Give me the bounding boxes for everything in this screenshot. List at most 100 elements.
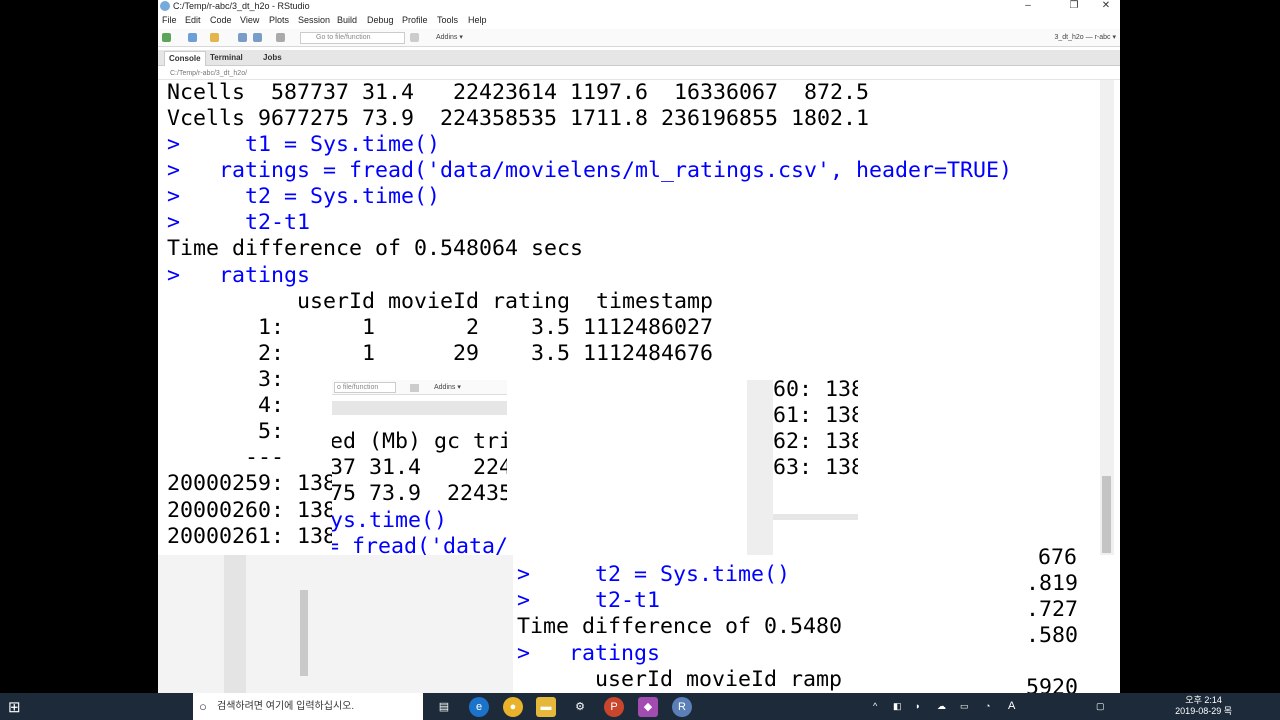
menu-edit[interactable]: Edit xyxy=(185,15,201,25)
console-path: C:/Temp/r-abc/3_dt_h2o/ xyxy=(158,67,1120,80)
overlay-goto-input[interactable]: o file/function xyxy=(334,382,396,393)
title-bar: C:/Temp/r-abc/3_dt_h2o - RStudio – ❐ ✕ xyxy=(158,0,1120,13)
overlay-window: o file/function Addins ▾ ed (Mb) gc tri … xyxy=(332,380,507,555)
table-cell: .580 xyxy=(1026,623,1079,648)
scrollbar-thumb xyxy=(300,590,308,676)
menu-help[interactable]: Help xyxy=(468,15,487,25)
windows-start-icon[interactable]: ⊞ xyxy=(8,698,21,716)
menu-tools[interactable]: Tools xyxy=(437,15,458,25)
table-cell: 676 xyxy=(1038,545,1078,570)
addins-dropdown[interactable]: Addins ▾ xyxy=(436,33,463,41)
table-cell: .727 xyxy=(1026,597,1079,622)
clock-time: 오후 2:14 xyxy=(1185,695,1222,705)
tab-console[interactable]: Console xyxy=(164,51,206,66)
console-line: 75 73.9 22435 xyxy=(332,481,507,506)
console-command: = fread('data/ xyxy=(332,534,507,555)
console-line: Vcells 9677275 73.9 224358535 1711.8 236… xyxy=(167,106,870,131)
new-project-icon[interactable] xyxy=(188,33,197,42)
table-row: 63: 138 xyxy=(773,455,858,480)
console-line: Time difference of 0.548064 secs xyxy=(167,236,584,261)
tray-chevron-icon[interactable]: ^ xyxy=(873,693,877,720)
table-row: 60: 138 xyxy=(773,380,858,402)
tab-jobs[interactable]: Jobs xyxy=(259,51,286,66)
tray-wifi-icon[interactable]: ◔ xyxy=(985,693,990,720)
print-icon[interactable] xyxy=(276,33,285,42)
clock-date: 2019-08-29 목 xyxy=(1175,706,1232,716)
menu-build[interactable]: Build xyxy=(337,15,357,25)
console-command: ys.time() xyxy=(332,508,448,533)
console-command: > t2 = Sys.time() xyxy=(517,562,791,587)
console-command: > t2 = Sys.time() xyxy=(167,184,441,209)
table-header: userId movieId ramp xyxy=(517,667,843,692)
tray-language[interactable]: A xyxy=(1008,693,1015,720)
grid-icon[interactable] xyxy=(410,384,419,392)
windows-taskbar: ⊞ ○ 검색하려면 여기에 입력하십시오. ▤ e ● ▬ ⚙ P ◆ R ^ … xyxy=(0,693,1280,720)
table-row: 2: 1 29 3.5 1112484676 xyxy=(167,341,714,366)
overlay-addins[interactable]: Addins ▾ xyxy=(434,383,461,391)
powerpoint-icon[interactable]: P xyxy=(604,697,624,717)
overlay-rows: 60: 138 61: 138 62: 138 63: 138 xyxy=(773,380,858,520)
edge-icon[interactable]: e xyxy=(469,697,489,717)
tray-monitor-icon[interactable]: ▭ xyxy=(960,693,969,720)
tray-network-icon[interactable]: ◧ xyxy=(893,693,902,720)
table-row: 1: 1 2 3.5 1112486027 xyxy=(167,315,714,340)
main-toolbar: Go to file/function Addins ▾ 3_dt_h2o — … xyxy=(158,29,1120,47)
background-panel xyxy=(158,555,513,693)
notification-icon[interactable]: ▢ xyxy=(1096,693,1105,720)
menu-view[interactable]: View xyxy=(240,15,259,25)
console-command: > ratings xyxy=(167,263,311,288)
open-file-icon[interactable] xyxy=(210,33,219,42)
project-menu[interactable]: 3_dt_h2o — r-abc ▾ xyxy=(1055,33,1117,41)
tab-terminal[interactable]: Terminal xyxy=(206,51,247,66)
table-row: 61: 138 xyxy=(773,403,858,428)
table-row: 20000261: 138 xyxy=(167,524,337,549)
goto-file-input[interactable]: Go to file/function xyxy=(300,32,405,44)
menu-file[interactable]: File xyxy=(162,15,177,25)
table-row: 20000260: 138 xyxy=(167,498,337,523)
menu-session[interactable]: Session xyxy=(298,15,330,25)
console-line: Time difference of 0.5480 xyxy=(517,614,843,639)
taskbar-clock[interactable]: 오후 2:14 2019-08-29 목 xyxy=(1175,695,1232,717)
search-icon: ○ xyxy=(199,699,207,714)
pane-splitter xyxy=(747,380,773,555)
console-line: 37 31.4 2242 xyxy=(332,455,507,480)
close-button[interactable]: ✕ xyxy=(1096,0,1116,11)
save-icon[interactable] xyxy=(238,33,247,42)
rstudio-logo-icon xyxy=(160,1,170,11)
file-explorer-icon[interactable]: ▬ xyxy=(536,697,556,717)
table-header: userId movieId rating timestamp xyxy=(167,289,714,314)
rstudio-window: C:/Temp/r-abc/3_dt_h2o - RStudio – ❐ ✕ F… xyxy=(158,0,1120,693)
rstudio-taskbar-icon[interactable]: R xyxy=(672,697,692,717)
overlay-values: 676 .819 .727 .580 5920 xyxy=(1018,545,1100,693)
console-command: > ratings = fread('data/movielens/ml_rat… xyxy=(167,158,1013,183)
table-row: 20000259: 138 xyxy=(167,471,337,496)
console-command: > t2-t1 xyxy=(517,588,661,613)
chrome-icon[interactable]: ● xyxy=(503,697,523,717)
taskbar-search-input[interactable]: ○ 검색하려면 여기에 입력하십시오. xyxy=(193,693,423,720)
maximize-button[interactable]: ❐ xyxy=(1064,0,1084,11)
new-file-icon[interactable] xyxy=(162,33,171,42)
minimize-button[interactable]: – xyxy=(1018,0,1038,11)
menu-plots[interactable]: Plots xyxy=(269,15,289,25)
menu-code[interactable]: Code xyxy=(210,15,232,25)
table-row: 3: xyxy=(167,367,285,392)
table-row: 62: 138 xyxy=(773,429,858,454)
table-row: 4: xyxy=(167,393,285,418)
table-separator: --- xyxy=(167,445,285,470)
menu-debug[interactable]: Debug xyxy=(367,15,394,25)
overlay-tabbar xyxy=(332,401,507,415)
app-icon[interactable]: ◆ xyxy=(638,697,658,717)
table-cell: 5920 xyxy=(1026,675,1079,693)
tray-volume-icon[interactable]: ◗ xyxy=(915,693,920,720)
search-placeholder: 검색하려면 여기에 입력하십시오. xyxy=(217,701,355,712)
grid-icon[interactable] xyxy=(410,33,419,42)
console-scrollbar[interactable] xyxy=(1100,80,1114,555)
tray-cloud-icon[interactable]: ☁ xyxy=(937,693,946,720)
window-title: C:/Temp/r-abc/3_dt_h2o - RStudio xyxy=(173,1,310,11)
settings-icon[interactable]: ⚙ xyxy=(570,697,590,717)
scrollbar-thumb[interactable] xyxy=(1102,476,1111,553)
task-view-icon[interactable]: ▤ xyxy=(434,697,454,717)
menu-profile[interactable]: Profile xyxy=(402,15,428,25)
save-all-icon[interactable] xyxy=(253,33,262,42)
lower-console: > t2 = Sys.time() > t2-t1 Time differenc… xyxy=(513,555,1018,693)
